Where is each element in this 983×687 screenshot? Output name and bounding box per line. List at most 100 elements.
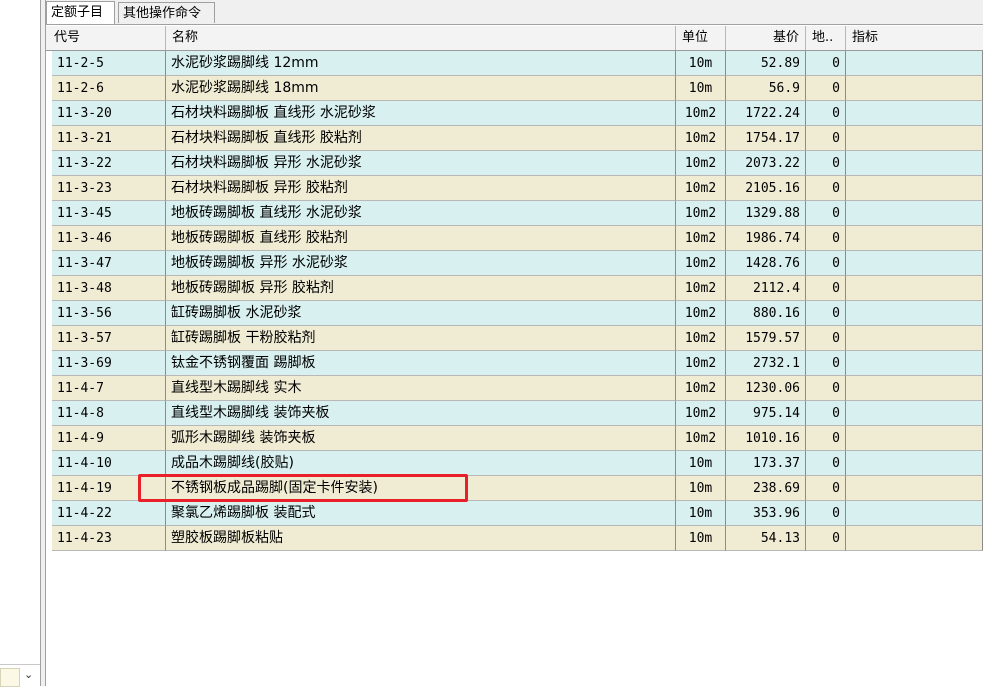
- cell-indicator[interactable]: [846, 126, 983, 151]
- cell-price[interactable]: 2732.1: [726, 351, 806, 376]
- cell-indicator[interactable]: [846, 451, 983, 476]
- table-row[interactable]: 11-4-23 塑胶板踢脚板粘贴 10m 54.13 0: [52, 526, 983, 551]
- table-row[interactable]: 11-3-20 石材块料踢脚板 直线形 水泥砂浆 10m2 1722.24 0: [52, 101, 983, 126]
- table-row[interactable]: 11-4-9 弧形木踢脚线 装饰夹板 10m2 1010.16 0: [52, 426, 983, 451]
- table-row[interactable]: 11-2-5 水泥砂浆踢脚线 12mm 10m 52.89 0: [52, 51, 983, 76]
- cell-region[interactable]: 0: [806, 51, 846, 76]
- cell-code[interactable]: 11-3-57: [52, 326, 166, 351]
- column-header-region[interactable]: 地..: [806, 26, 846, 50]
- cell-code[interactable]: 11-3-45: [52, 201, 166, 226]
- cell-name[interactable]: 成品木踢脚线(胶贴): [166, 451, 676, 476]
- cell-price[interactable]: 880.16: [726, 301, 806, 326]
- cell-name[interactable]: 直线型木踢脚线 实木: [166, 376, 676, 401]
- cell-unit[interactable]: 10m2: [676, 251, 726, 276]
- cell-code[interactable]: 11-3-48: [52, 276, 166, 301]
- cell-code[interactable]: 11-3-23: [52, 176, 166, 201]
- column-header-code[interactable]: 代号: [46, 26, 166, 50]
- cell-indicator[interactable]: [846, 501, 983, 526]
- cell-name[interactable]: 水泥砂浆踢脚线 12mm: [166, 51, 676, 76]
- cell-region[interactable]: 0: [806, 151, 846, 176]
- cell-code[interactable]: 11-3-22: [52, 151, 166, 176]
- column-header-price[interactable]: 基价: [726, 26, 806, 50]
- cell-indicator[interactable]: [846, 101, 983, 126]
- cell-unit[interactable]: 10m2: [676, 301, 726, 326]
- table-row[interactable]: 11-4-19 不锈钢板成品踢脚(固定卡件安装) 10m 238.69 0: [52, 476, 983, 501]
- cell-indicator[interactable]: [846, 176, 983, 201]
- cell-region[interactable]: 0: [806, 201, 846, 226]
- table-row[interactable]: 11-3-46 地板砖踢脚板 直线形 胶粘剂 10m2 1986.74 0: [52, 226, 983, 251]
- table-row[interactable]: 11-4-22 聚氯乙烯踢脚板 装配式 10m 353.96 0: [52, 501, 983, 526]
- cell-unit[interactable]: 10m2: [676, 176, 726, 201]
- cell-price[interactable]: 1230.06: [726, 376, 806, 401]
- cell-unit[interactable]: 10m2: [676, 326, 726, 351]
- cell-price[interactable]: 1428.76: [726, 251, 806, 276]
- left-dropdown-field[interactable]: [0, 668, 20, 687]
- cell-price[interactable]: 173.37: [726, 451, 806, 476]
- cell-indicator[interactable]: [846, 476, 983, 501]
- cell-price[interactable]: 353.96: [726, 501, 806, 526]
- cell-name[interactable]: 石材块料踢脚板 直线形 水泥砂浆: [166, 101, 676, 126]
- cell-region[interactable]: 0: [806, 476, 846, 501]
- cell-price[interactable]: 975.14: [726, 401, 806, 426]
- cell-price[interactable]: 1986.74: [726, 226, 806, 251]
- cell-price[interactable]: 2112.4: [726, 276, 806, 301]
- chevron-down-icon[interactable]: ⌄: [24, 668, 33, 681]
- cell-unit[interactable]: 10m2: [676, 351, 726, 376]
- table-row[interactable]: 11-2-6 水泥砂浆踢脚线 18mm 10m 56.9 0: [52, 76, 983, 101]
- cell-indicator[interactable]: [846, 301, 983, 326]
- table-row[interactable]: 11-3-21 石材块料踢脚板 直线形 胶粘剂 10m2 1754.17 0: [52, 126, 983, 151]
- cell-indicator[interactable]: [846, 376, 983, 401]
- cell-code[interactable]: 11-2-5: [52, 51, 166, 76]
- cell-name[interactable]: 钛金不锈钢覆面 踢脚板: [166, 351, 676, 376]
- column-header-indicator[interactable]: 指标: [846, 26, 983, 50]
- cell-indicator[interactable]: [846, 151, 983, 176]
- cell-name[interactable]: 地板砖踢脚板 直线形 胶粘剂: [166, 226, 676, 251]
- cell-unit[interactable]: 10m2: [676, 401, 726, 426]
- cell-code[interactable]: 11-4-8: [52, 401, 166, 426]
- cell-code[interactable]: 11-3-47: [52, 251, 166, 276]
- cell-code[interactable]: 11-4-19: [52, 476, 166, 501]
- cell-indicator[interactable]: [846, 326, 983, 351]
- cell-name[interactable]: 石材块料踢脚板 异形 胶粘剂: [166, 176, 676, 201]
- cell-region[interactable]: 0: [806, 376, 846, 401]
- cell-region[interactable]: 0: [806, 276, 846, 301]
- cell-name[interactable]: 缸砖踢脚板 水泥砂浆: [166, 301, 676, 326]
- cell-region[interactable]: 0: [806, 126, 846, 151]
- cell-price[interactable]: 1329.88: [726, 201, 806, 226]
- table-row[interactable]: 11-3-57 缸砖踢脚板 干粉胶粘剂 10m2 1579.57 0: [52, 326, 983, 351]
- cell-region[interactable]: 0: [806, 426, 846, 451]
- cell-unit[interactable]: 10m2: [676, 126, 726, 151]
- cell-price[interactable]: 1754.17: [726, 126, 806, 151]
- cell-code[interactable]: 11-4-22: [52, 501, 166, 526]
- cell-indicator[interactable]: [846, 526, 983, 551]
- cell-unit[interactable]: 10m2: [676, 201, 726, 226]
- cell-unit[interactable]: 10m2: [676, 151, 726, 176]
- cell-region[interactable]: 0: [806, 451, 846, 476]
- cell-region[interactable]: 0: [806, 76, 846, 101]
- cell-unit[interactable]: 10m: [676, 51, 726, 76]
- cell-name[interactable]: 水泥砂浆踢脚线 18mm: [166, 76, 676, 101]
- cell-name[interactable]: 塑胶板踢脚板粘贴: [166, 526, 676, 551]
- cell-name[interactable]: 地板砖踢脚板 直线形 水泥砂浆: [166, 201, 676, 226]
- table-row[interactable]: 11-3-47 地板砖踢脚板 异形 水泥砂浆 10m2 1428.76 0: [52, 251, 983, 276]
- cell-price[interactable]: 52.89: [726, 51, 806, 76]
- cell-region[interactable]: 0: [806, 176, 846, 201]
- column-header-name[interactable]: 名称: [166, 26, 676, 50]
- cell-region[interactable]: 0: [806, 526, 846, 551]
- cell-unit[interactable]: 10m2: [676, 226, 726, 251]
- column-header-unit[interactable]: 单位: [676, 26, 726, 50]
- cell-region[interactable]: 0: [806, 301, 846, 326]
- cell-code[interactable]: 11-4-9: [52, 426, 166, 451]
- table-row[interactable]: 11-3-22 石材块料踢脚板 异形 水泥砂浆 10m2 2073.22 0: [52, 151, 983, 176]
- table-row[interactable]: 11-3-56 缸砖踢脚板 水泥砂浆 10m2 880.16 0: [52, 301, 983, 326]
- cell-name[interactable]: 石材块料踢脚板 异形 水泥砂浆: [166, 151, 676, 176]
- cell-code[interactable]: 11-4-7: [52, 376, 166, 401]
- cell-price[interactable]: 1010.16: [726, 426, 806, 451]
- cell-unit[interactable]: 10m2: [676, 276, 726, 301]
- cell-code[interactable]: 11-2-6: [52, 76, 166, 101]
- cell-indicator[interactable]: [846, 251, 983, 276]
- cell-name[interactable]: 地板砖踢脚板 异形 水泥砂浆: [166, 251, 676, 276]
- cell-name[interactable]: 弧形木踢脚线 装饰夹板: [166, 426, 676, 451]
- cell-region[interactable]: 0: [806, 101, 846, 126]
- cell-price[interactable]: 2073.22: [726, 151, 806, 176]
